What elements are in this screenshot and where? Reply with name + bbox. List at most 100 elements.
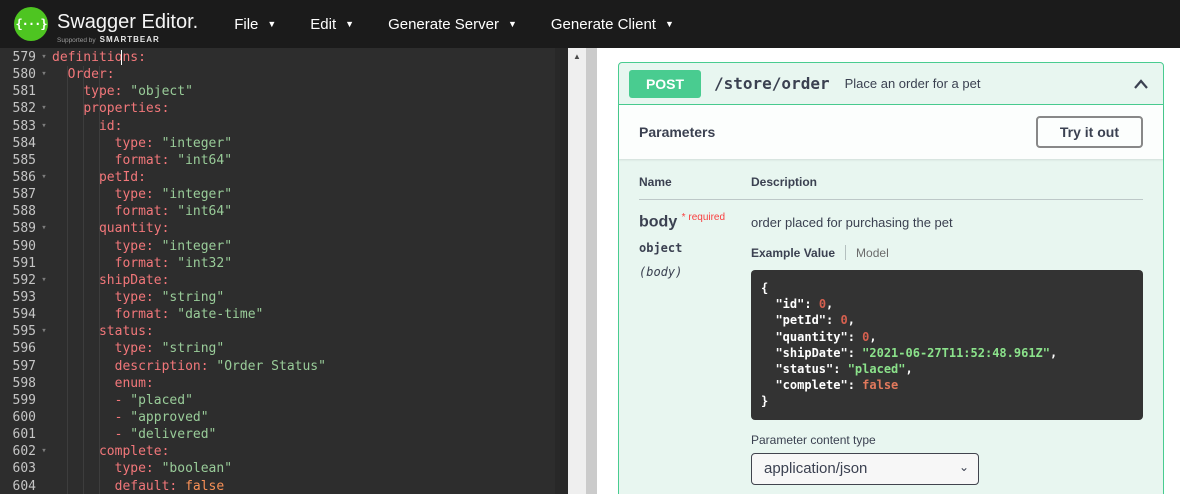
tab-example-value[interactable]: Example Value xyxy=(751,246,835,260)
editor-line: 603 type: "boolean" xyxy=(0,460,568,477)
fold-arrow-icon[interactable]: ▾ xyxy=(36,272,52,289)
try-it-out-button[interactable]: Try it out xyxy=(1036,116,1143,148)
supported-by-label: Supported by xyxy=(57,37,96,44)
menu-generate-server[interactable]: Generate Server▼ xyxy=(388,16,517,33)
fold-arrow-icon[interactable]: ▾ xyxy=(36,100,52,117)
fold-spacer xyxy=(36,203,52,220)
line-number: 586 xyxy=(0,169,36,186)
code-text: type: "object" xyxy=(52,83,193,100)
line-number: 589 xyxy=(0,220,36,237)
fold-spacer xyxy=(36,426,52,443)
code-text: type: "string" xyxy=(52,340,224,357)
smartbear-brand: SMARTBEAR xyxy=(100,35,160,44)
tab-divider xyxy=(845,245,846,260)
fold-arrow-icon[interactable]: ▾ xyxy=(36,169,52,186)
line-number: 600 xyxy=(0,409,36,426)
operation-description: Place an order for a pet xyxy=(845,76,1129,91)
line-number: 592 xyxy=(0,272,36,289)
line-number: 595 xyxy=(0,323,36,340)
editor-line: 580▾ Order: xyxy=(0,66,568,83)
line-number: 594 xyxy=(0,306,36,323)
editor-pane[interactable]: 579▾definitions:580▾ Order:581 type: "ob… xyxy=(0,48,568,494)
operation-summary[interactable]: POST /store/order Place an order for a p… xyxy=(619,63,1163,105)
code-text: type: "integer" xyxy=(52,135,232,152)
param-description: order placed for purchasing the pet xyxy=(751,215,1143,230)
param-type: object xyxy=(639,241,751,255)
code-text: type: "integer" xyxy=(52,186,232,203)
vertical-scrollbar[interactable]: ▲ xyxy=(568,48,586,494)
code-text: id: xyxy=(52,118,122,135)
content-type-select[interactable]: application/json xyxy=(751,453,979,485)
scroll-up-arrow-icon[interactable]: ▲ xyxy=(568,52,586,62)
menu-file[interactable]: File▼ xyxy=(234,16,276,33)
editor-line: 589▾ quantity: xyxy=(0,220,568,237)
editor-line: 587 type: "integer" xyxy=(0,186,568,203)
parameters-table: Name Description body * required object … xyxy=(619,159,1163,485)
code-text: - "placed" xyxy=(52,392,193,409)
line-number: 581 xyxy=(0,83,36,100)
pane-splitter[interactable] xyxy=(586,48,597,494)
fold-spacer xyxy=(36,392,52,409)
fold-spacer xyxy=(36,478,52,494)
param-description-cell: order placed for purchasing the pet Exam… xyxy=(751,212,1143,485)
tab-model[interactable]: Model xyxy=(856,246,889,260)
editor-scrollbar-area[interactable] xyxy=(555,48,568,494)
param-name: body * required xyxy=(639,212,751,231)
model-tabs: Example Value Model xyxy=(751,245,1143,260)
code-text: format: "int64" xyxy=(52,203,232,220)
editor-line: 579▾definitions: xyxy=(0,49,568,66)
line-number: 585 xyxy=(0,152,36,169)
example-value-block: { "id": 0, "petId": 0, "quantity": 0, "s… xyxy=(751,270,1143,420)
menu-edit[interactable]: Edit▼ xyxy=(310,16,354,33)
swagger-logo: {···} Swagger Editor. Supported by SMART… xyxy=(14,5,198,44)
example-json-line: "complete": false xyxy=(761,377,1133,393)
editor-line: 581 type: "object" xyxy=(0,83,568,100)
line-number: 603 xyxy=(0,460,36,477)
editor-line: 602▾ complete: xyxy=(0,443,568,460)
editor-line: 597 description: "Order Status" xyxy=(0,358,568,375)
editor-line: 582▾ properties: xyxy=(0,100,568,117)
line-number: 593 xyxy=(0,289,36,306)
editor-line: 586▾ petId: xyxy=(0,169,568,186)
operation-path: /store/order xyxy=(714,74,830,93)
fold-spacer xyxy=(36,358,52,375)
fold-arrow-icon[interactable]: ▾ xyxy=(36,443,52,460)
code-text: definitions: xyxy=(52,49,146,66)
fold-spacer xyxy=(36,409,52,426)
editor-line: 601 - "delivered" xyxy=(0,426,568,443)
code-text: format: "int32" xyxy=(52,255,232,272)
description-column-header: Description xyxy=(751,175,1143,189)
line-number: 582 xyxy=(0,100,36,117)
line-number: 587 xyxy=(0,186,36,203)
fold-arrow-icon[interactable]: ▾ xyxy=(36,118,52,135)
param-name-cell: body * required object (body) xyxy=(639,212,751,485)
line-number: 590 xyxy=(0,238,36,255)
code-text: - "delivered" xyxy=(52,426,216,443)
fold-spacer xyxy=(36,135,52,152)
fold-arrow-icon[interactable]: ▾ xyxy=(36,49,52,66)
editor-line: 590 type: "integer" xyxy=(0,238,568,255)
fold-arrow-icon[interactable]: ▾ xyxy=(36,66,52,83)
fold-arrow-icon[interactable]: ▾ xyxy=(36,220,52,237)
editor-line: 598 enum: xyxy=(0,375,568,392)
required-badge: * required xyxy=(682,212,725,223)
code-text: format: "date-time" xyxy=(52,306,263,323)
code-text: status: xyxy=(52,323,154,340)
example-json-line: "id": 0, xyxy=(761,296,1133,312)
example-json-line: "petId": 0, xyxy=(761,312,1133,328)
editor-line: 583▾ id: xyxy=(0,118,568,135)
collapse-chevron-icon[interactable] xyxy=(1129,74,1153,94)
editor-line: 596 type: "string" xyxy=(0,340,568,357)
editor-line: 593 type: "string" xyxy=(0,289,568,306)
fold-arrow-icon[interactable]: ▾ xyxy=(36,323,52,340)
example-json-line: { xyxy=(761,280,1133,296)
code-text: enum: xyxy=(52,375,154,392)
code-text: format: "int64" xyxy=(52,152,232,169)
menu-generate-client[interactable]: Generate Client▼ xyxy=(551,16,674,33)
line-number: 584 xyxy=(0,135,36,152)
line-number: 579 xyxy=(0,49,36,66)
content-type-label: Parameter content type xyxy=(751,433,1143,447)
parameters-title: Parameters xyxy=(639,124,715,140)
param-row-body: body * required object (body) order plac… xyxy=(639,200,1143,485)
line-number: 596 xyxy=(0,340,36,357)
